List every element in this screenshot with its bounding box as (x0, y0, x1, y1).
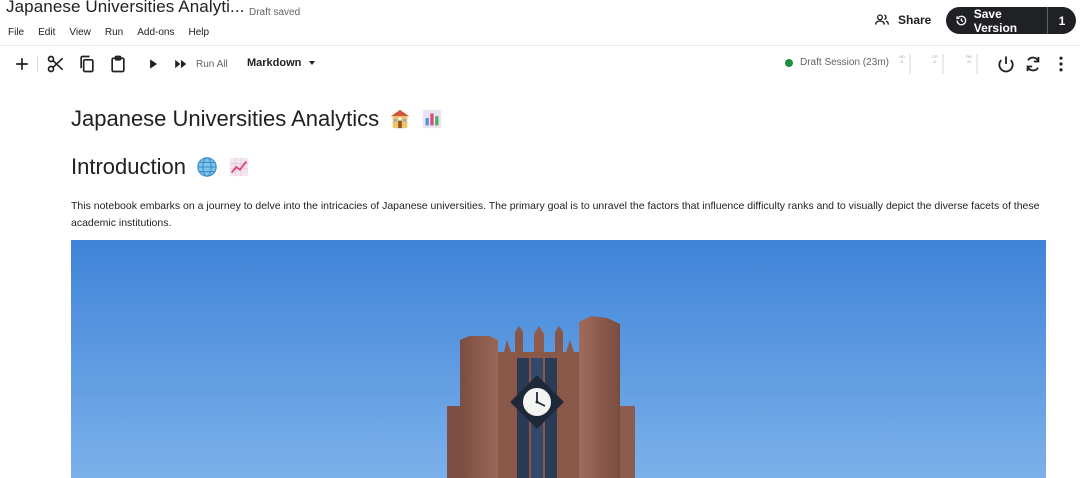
heading-2-text: Introduction (71, 154, 186, 179)
school-emoji (390, 109, 410, 129)
cpu-meter-bar (942, 54, 944, 74)
more-vert-icon[interactable] (1051, 54, 1071, 74)
menu-help[interactable]: Help (188, 27, 209, 38)
paste-icon[interactable] (108, 54, 128, 74)
history-icon (956, 15, 967, 26)
save-version-main[interactable]: Save Version (946, 6, 1048, 35)
people-icon (875, 14, 889, 25)
chart-increasing-emoji (229, 157, 249, 177)
session-status[interactable]: Draft Session (23m) (785, 57, 889, 68)
menu-run[interactable]: Run (105, 27, 123, 38)
clock-tower-image (71, 240, 1046, 478)
draft-status: Draft saved (249, 7, 301, 18)
save-version-button[interactable]: Save Version 1 (946, 6, 1076, 35)
hdd-meter-bar (909, 54, 911, 74)
menu-add-ons[interactable]: Add-ons (137, 27, 174, 38)
version-count-badge[interactable]: 1 (1048, 14, 1076, 28)
cell-type-select[interactable]: Markdown (247, 57, 316, 69)
share-label: Share (898, 13, 932, 27)
notebook-content: Japanese Universities Analytics Introduc… (0, 82, 1080, 478)
notebook-toolbar: Run All Markdown Draft Session (23m) HDD… (0, 47, 1080, 81)
menu-view[interactable]: View (69, 27, 91, 38)
restart-icon[interactable] (1023, 54, 1043, 74)
run-all-label[interactable]: Run All (196, 59, 228, 70)
cell-type-value: Markdown (247, 57, 302, 69)
intro-paragraph: This notebook embarks on a journey to de… (71, 200, 1040, 229)
power-icon[interactable] (996, 54, 1016, 74)
globe-emoji (197, 157, 217, 177)
add-cell-icon[interactable] (12, 54, 32, 74)
ram-meter-bar (976, 54, 978, 74)
clock-tower-photo (71, 240, 1046, 478)
ram-meter-label: RAM (966, 54, 972, 64)
cut-icon[interactable] (46, 54, 66, 74)
heading-1-text: Japanese Universities Analytics (71, 106, 380, 131)
cpu-meter[interactable]: CPU (932, 54, 950, 74)
notebook-header: Japanese Universities Analyti... Draft s… (0, 0, 1080, 46)
run-cell-icon[interactable] (143, 54, 163, 74)
bar-chart-emoji (422, 109, 442, 129)
session-status-dot (785, 58, 793, 67)
menu-file[interactable]: File (8, 27, 24, 38)
run-all-icon[interactable] (171, 54, 191, 74)
menu-bar: File Edit View Run Add-ons Help (8, 27, 223, 38)
ram-meter[interactable]: RAM (966, 54, 984, 74)
menu-edit[interactable]: Edit (38, 27, 55, 38)
chevron-down-icon (309, 61, 316, 65)
copy-icon[interactable] (77, 54, 97, 74)
share-button[interactable]: Share (874, 9, 931, 31)
hdd-meter[interactable]: HDD (899, 54, 917, 74)
save-version-label: Save Version (973, 6, 1018, 35)
toolbar-divider (37, 56, 38, 72)
session-label: Draft Session (23m) (800, 57, 889, 68)
cpu-meter-label: CPU (932, 54, 938, 64)
heading-1: Japanese Universities Analytics (71, 106, 443, 132)
heading-2: Introduction (71, 154, 250, 180)
hdd-meter-label: HDD (899, 54, 905, 64)
notebook-title[interactable]: Japanese Universities Analyti... (6, 0, 245, 17)
